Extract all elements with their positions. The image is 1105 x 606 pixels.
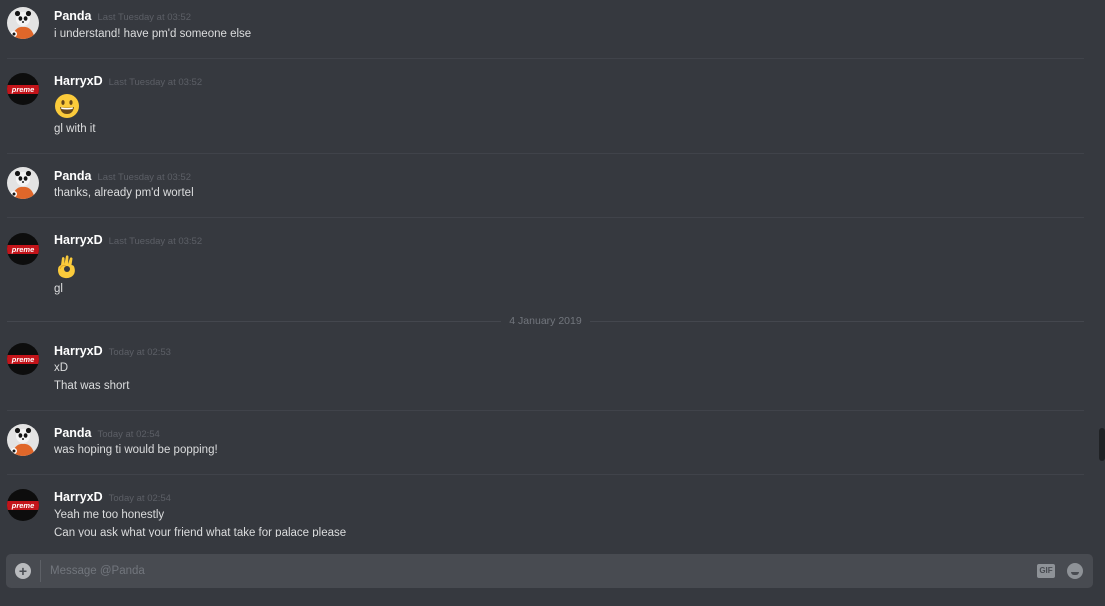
- smiley-emoji-icon: [54, 93, 80, 124]
- message-text: xD: [54, 362, 69, 374]
- message-text: was hoping ti would be popping!: [54, 444, 218, 456]
- timestamp: Today at 02:53: [108, 347, 171, 358]
- supreme-avatar-icon: preme: [7, 233, 39, 265]
- message-separator: [7, 153, 1084, 154]
- message-text: thanks, already pm'd wortel: [54, 187, 194, 199]
- avatar[interactable]: preme: [7, 489, 39, 521]
- message-separator: [7, 474, 1084, 475]
- message-text: That was short: [54, 380, 130, 392]
- panda-avatar-icon: [7, 7, 39, 39]
- username[interactable]: Panda Today at 02:54: [54, 426, 160, 440]
- message-list: Panda Last Tuesday at 03:52 i understand!…: [0, 0, 1105, 537]
- message-input[interactable]: [50, 560, 1010, 582]
- svg-text:preme: preme: [11, 245, 35, 254]
- author-name[interactable]: Panda: [54, 426, 92, 440]
- panda-avatar-icon: [7, 424, 39, 456]
- avatar[interactable]: [7, 167, 39, 199]
- message-separator: [7, 58, 1084, 59]
- username[interactable]: HarryxD Today at 02:54: [54, 490, 171, 504]
- message-text: i understand! have pm'd someone else: [54, 28, 252, 40]
- date-divider: 4 January 2019: [7, 314, 1084, 328]
- message-text: gl with it: [54, 123, 96, 135]
- author-name[interactable]: Panda: [54, 169, 92, 183]
- svg-text:preme: preme: [11, 501, 35, 510]
- ok-hand-emoji-icon: [54, 253, 80, 284]
- emoji-picker-icon[interactable]: [1067, 563, 1083, 579]
- message-text: gl: [54, 283, 63, 295]
- author-name[interactable]: HarryxD: [54, 74, 103, 88]
- supreme-avatar-icon: preme: [7, 73, 39, 105]
- timestamp: Last Tuesday at 03:52: [97, 12, 191, 23]
- message-composer: + GIF: [6, 554, 1093, 588]
- message-separator: [7, 410, 1084, 411]
- message-text: Can you ask what your friend what take f…: [54, 527, 347, 537]
- svg-text:preme: preme: [11, 85, 35, 94]
- avatar[interactable]: [7, 424, 39, 456]
- message-text: Yeah me too honestly: [54, 509, 165, 521]
- author-name[interactable]: HarryxD: [54, 490, 103, 504]
- timestamp: Today at 02:54: [97, 429, 160, 440]
- username[interactable]: HarryxD Last Tuesday at 03:52: [54, 74, 202, 88]
- username[interactable]: Panda Last Tuesday at 03:52: [54, 9, 191, 23]
- timestamp: Last Tuesday at 03:52: [108, 77, 203, 88]
- username[interactable]: Panda Last Tuesday at 03:52: [54, 169, 191, 183]
- panda-avatar-icon: [7, 167, 39, 199]
- date-label: 4 January 2019: [501, 315, 590, 327]
- timestamp: Last Tuesday at 03:52: [97, 172, 191, 183]
- author-name[interactable]: Panda: [54, 9, 92, 23]
- avatar[interactable]: [7, 7, 39, 39]
- author-name[interactable]: HarryxD: [54, 344, 103, 358]
- divider-rule: [589, 321, 1084, 322]
- author-name[interactable]: HarryxD: [54, 233, 103, 247]
- gif-button-icon[interactable]: GIF: [1037, 564, 1055, 578]
- message-separator: [7, 217, 1084, 218]
- composer-divider: [40, 560, 41, 582]
- username[interactable]: HarryxD Today at 02:53: [54, 344, 171, 358]
- supreme-avatar-icon: preme: [7, 343, 39, 375]
- username[interactable]: HarryxD Last Tuesday at 03:52: [54, 233, 202, 247]
- supreme-avatar-icon: preme: [7, 489, 39, 521]
- avatar[interactable]: preme: [7, 343, 39, 375]
- upload-plus-icon[interactable]: +: [15, 563, 31, 579]
- timestamp: Today at 02:54: [108, 493, 171, 504]
- svg-text:preme: preme: [11, 355, 35, 364]
- scrollbar-thumb[interactable]: [1099, 428, 1105, 461]
- avatar[interactable]: preme: [7, 73, 39, 105]
- timestamp: Last Tuesday at 03:52: [108, 236, 203, 247]
- avatar[interactable]: preme: [7, 233, 39, 265]
